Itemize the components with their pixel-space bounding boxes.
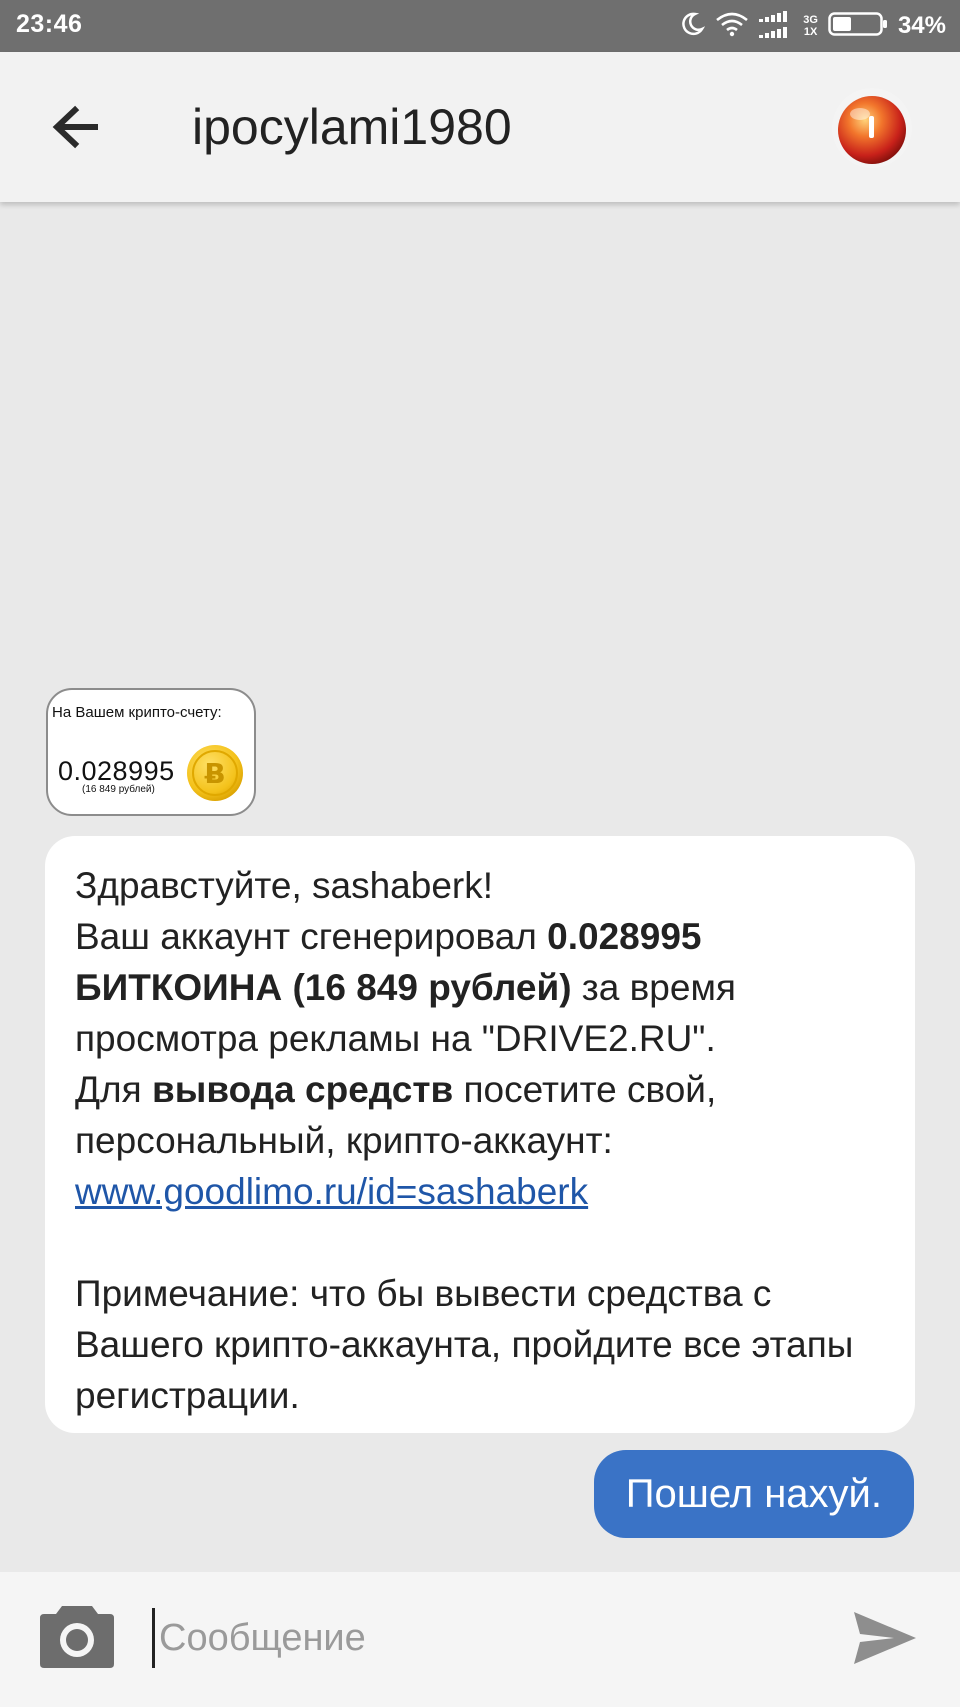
send-button[interactable]	[848, 1602, 920, 1674]
message-body-2: Для вывода средств посетите свой, персон…	[75, 1064, 885, 1166]
message-link[interactable]: www.goodlimo.ru/id=sashaberk	[75, 1171, 588, 1212]
message-input[interactable]	[152, 1608, 799, 1668]
outgoing-message[interactable]: Пошел нахуй.	[593, 1450, 914, 1538]
image-caption: На Вашем крипто-счету:	[52, 704, 222, 721]
status-bar: 23:46 3G 1X 34%	[0, 0, 960, 52]
bitcoin-coin-icon: Ƀ	[187, 745, 243, 801]
send-icon	[854, 1612, 916, 1664]
status-icons: 3G 1X 34%	[679, 8, 946, 44]
message-composer	[0, 1572, 960, 1707]
image-rubles: (16 849 рублей)	[82, 784, 155, 795]
battery-icon	[828, 11, 888, 42]
message-spacer	[75, 1217, 885, 1268]
contact-avatar[interactable]	[832, 88, 912, 168]
network-top-label: 3G	[803, 14, 818, 26]
network-bottom-label: 1X	[803, 26, 818, 38]
network-type: 3G 1X	[803, 14, 818, 38]
body2-bold: вывода средств	[151, 1069, 454, 1110]
coin-symbol: Ƀ	[204, 757, 225, 790]
contact-name[interactable]: ipocylami1980	[192, 98, 512, 156]
camera-button[interactable]	[38, 1600, 116, 1670]
battery-percent: 34%	[897, 12, 946, 39]
image-amount: 0.028995	[58, 756, 175, 786]
incoming-message[interactable]: Здравстуйте, sashaberk! Ваш аккаунт сген…	[45, 836, 915, 1433]
back-button[interactable]	[44, 96, 106, 158]
status-time: 23:46	[16, 10, 83, 38]
crypto-balance-image[interactable]: На Вашем крипто-счету: 0.028995 (16 849 …	[46, 688, 256, 816]
apple-avatar-icon	[832, 88, 912, 168]
body2-pre: Для	[75, 1069, 152, 1110]
message-note: Примечание: что бы вывести средства с Ва…	[75, 1273, 854, 1416]
arrow-left-icon	[52, 105, 98, 149]
wifi-icon	[715, 11, 749, 42]
moon-icon	[679, 11, 706, 42]
message-body-1: Ваш аккаунт сгенерировал 0.028995 БИТКОИ…	[75, 911, 885, 1064]
signal-icon	[759, 9, 793, 44]
body1-pre: Ваш аккаунт сгенерировал	[75, 916, 548, 957]
conversation-header: ipocylami1980	[0, 52, 960, 202]
message-greeting: Здравстуйте, sashaberk!	[75, 865, 494, 906]
camera-icon	[40, 1606, 114, 1668]
